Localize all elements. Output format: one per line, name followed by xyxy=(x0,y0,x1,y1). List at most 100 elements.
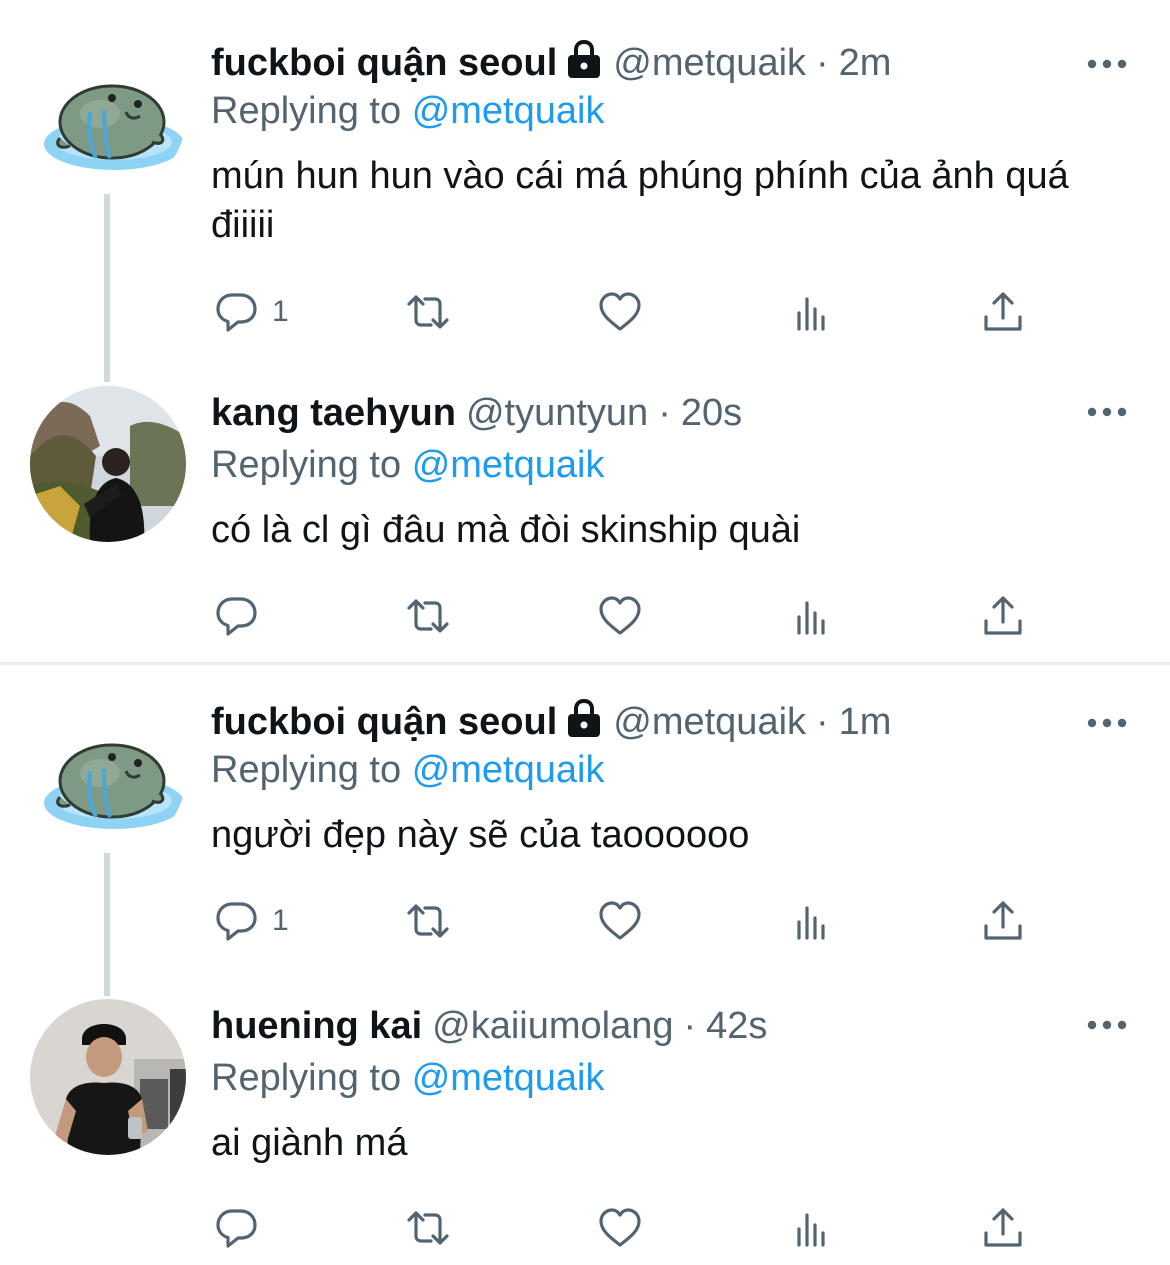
separator-dot: · xyxy=(816,701,829,743)
handle[interactable]: @kaiiumolang xyxy=(432,1005,673,1047)
reply-icon xyxy=(214,593,260,639)
retweet-button[interactable] xyxy=(405,1200,451,1256)
replying-to-handle[interactable]: @metquaik xyxy=(412,90,605,132)
action-bar xyxy=(0,588,1170,644)
views-button[interactable] xyxy=(789,284,835,340)
handle[interactable]: @tyuntyun xyxy=(466,392,648,434)
display-name[interactable]: huening kai xyxy=(211,1005,422,1047)
avatar[interactable] xyxy=(30,999,186,1155)
reply-count: 1 xyxy=(272,904,289,937)
share-button[interactable] xyxy=(980,284,1026,340)
replying-to: Replying to @metquaik xyxy=(211,86,604,136)
replying-to-handle[interactable]: @metquaik xyxy=(412,749,605,791)
tweet-header: kang taehyun @tyuntyun · 20s xyxy=(211,388,742,438)
reply-icon xyxy=(214,898,260,944)
action-bar: 1 xyxy=(0,284,1170,340)
share-icon xyxy=(980,289,1026,335)
display-name[interactable]: kang taehyun xyxy=(211,392,456,434)
like-button[interactable] xyxy=(597,1200,643,1256)
like-button[interactable] xyxy=(597,284,643,340)
replying-to-label: Replying to xyxy=(211,90,402,132)
separator-dot: · xyxy=(816,42,829,84)
action-bar: 1 xyxy=(0,893,1170,949)
tweet-header: huening kai @kaiiumolang · 42s xyxy=(211,1001,767,1051)
timestamp[interactable]: 2m xyxy=(839,42,892,84)
handle[interactable]: @metquaik xyxy=(613,701,806,743)
like-icon xyxy=(597,1205,643,1251)
reply-count: 1 xyxy=(272,295,289,328)
display-name[interactable]: fuckboi quận seoul xyxy=(211,42,557,84)
replying-to: Replying to @metquaik xyxy=(211,745,604,795)
share-icon xyxy=(980,593,1026,639)
retweet-button[interactable] xyxy=(405,893,451,949)
like-button[interactable] xyxy=(597,893,643,949)
timestamp[interactable]: 42s xyxy=(706,1005,767,1047)
like-icon xyxy=(597,593,643,639)
avatar-image xyxy=(30,386,186,542)
views-button[interactable] xyxy=(789,893,835,949)
share-button[interactable] xyxy=(980,1200,1026,1256)
retweet-icon xyxy=(405,1205,451,1251)
reply-icon xyxy=(214,289,260,335)
more-icon[interactable] xyxy=(1086,56,1128,72)
share-icon xyxy=(980,898,1026,944)
replying-to-handle[interactable]: @metquaik xyxy=(412,1057,605,1099)
share-button[interactable] xyxy=(980,893,1026,949)
separator-dot: · xyxy=(658,392,671,434)
share-icon xyxy=(980,1205,1026,1251)
lock-icon xyxy=(565,699,603,739)
action-bar xyxy=(0,1200,1170,1256)
avatar-image xyxy=(30,697,186,853)
share-button[interactable] xyxy=(980,588,1026,644)
retweet-button[interactable] xyxy=(405,588,451,644)
tweet-text: người đẹp này sẽ của taoooooo xyxy=(211,814,750,856)
replying-to: Replying to @metquaik xyxy=(211,440,604,490)
replying-to-label: Replying to xyxy=(211,1057,402,1099)
avatar-image xyxy=(30,999,186,1155)
views-icon xyxy=(789,593,835,639)
more-icon[interactable] xyxy=(1086,1017,1128,1033)
like-icon xyxy=(597,898,643,944)
tweet-header: fuckboi quận seoul @metquaik · 1m xyxy=(211,697,891,747)
avatar[interactable] xyxy=(30,697,186,853)
tweet[interactable]: fuckboi quận seoul @metquaik · 1m Replying … xyxy=(0,697,1170,967)
reply-button[interactable] xyxy=(214,1200,260,1256)
like-icon xyxy=(597,289,643,335)
tweet-text: mún hun hun vào cái má phúng phính của ả… xyxy=(211,155,1069,246)
separator-dot: · xyxy=(683,1005,697,1047)
tweet[interactable]: fuckboi quận seoul @metquaik · 2m Replying … xyxy=(0,38,1170,338)
replying-to: Replying to @metquaik xyxy=(211,1053,604,1103)
more-icon[interactable] xyxy=(1086,715,1128,731)
reply-button[interactable] xyxy=(214,588,260,644)
timestamp[interactable]: 20s xyxy=(681,392,742,434)
replying-to-label: Replying to xyxy=(211,749,402,791)
views-button[interactable] xyxy=(789,588,835,644)
tweet[interactable]: kang taehyun @tyuntyun · 20s Replying to @m… xyxy=(0,386,1170,656)
reply-button[interactable]: 1 xyxy=(214,284,289,340)
retweet-icon xyxy=(405,898,451,944)
retweet-button[interactable] xyxy=(405,284,451,340)
lock-icon xyxy=(565,40,603,80)
thread-divider xyxy=(0,662,1170,665)
retweet-icon xyxy=(405,593,451,639)
tweet-text: ai giành má xyxy=(211,1122,408,1164)
display-name[interactable]: fuckboi quận seoul xyxy=(211,701,557,743)
tweet-text: có là cl gì đâu mà đòi skinship quài xyxy=(211,509,801,551)
tweet[interactable]: huening kai @kaiiumolang · 42s Replying to … xyxy=(0,999,1170,1265)
like-button[interactable] xyxy=(597,588,643,644)
views-icon xyxy=(789,289,835,335)
retweet-icon xyxy=(405,289,451,335)
views-icon xyxy=(789,898,835,944)
reply-icon xyxy=(214,1205,260,1251)
views-icon xyxy=(789,1205,835,1251)
views-button[interactable] xyxy=(789,1200,835,1256)
handle[interactable]: @metquaik xyxy=(613,42,806,84)
replying-to-handle[interactable]: @metquaik xyxy=(412,444,605,486)
avatar[interactable] xyxy=(30,386,186,542)
more-icon[interactable] xyxy=(1086,404,1128,420)
avatar-image xyxy=(30,38,186,194)
tweet-header: fuckboi quận seoul @metquaik · 2m xyxy=(211,38,891,88)
reply-button[interactable]: 1 xyxy=(214,893,289,949)
timestamp[interactable]: 1m xyxy=(839,701,892,743)
avatar[interactable] xyxy=(30,38,186,194)
